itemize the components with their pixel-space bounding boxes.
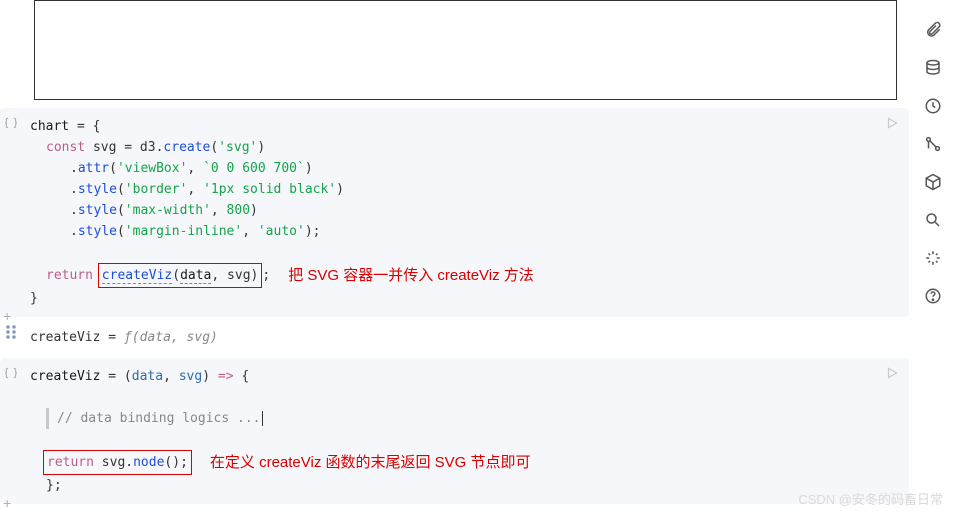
cell-gutter [0, 108, 22, 317]
drag-handle-icon[interactable] [6, 325, 16, 339]
annotation-text-2: 在定义 createViz 函数的末尾返回 SVG 节点即可 [210, 452, 531, 473]
annotation-box-1: createViz(data, svg) [98, 263, 263, 288]
code-line[interactable]: const svg = d3.create('svg') [30, 137, 897, 158]
annotation-box-2: return svg.node(); [43, 450, 192, 475]
code-line[interactable]: return svg.node(); 在定义 createViz 函数的末尾返回 … [30, 450, 897, 475]
output-preview [34, 0, 897, 100]
cell-viz-def: createViz = (data, svg) => { // data bin… [0, 358, 909, 504]
sparkle-icon[interactable] [923, 248, 943, 268]
code-line[interactable]: } [30, 288, 897, 309]
code-line[interactable]: createViz = (data, svg) => { [30, 366, 897, 387]
braces-icon [4, 366, 18, 380]
history-icon[interactable] [923, 96, 943, 116]
database-icon[interactable] [923, 58, 943, 78]
cell-gutter [0, 358, 22, 504]
run-cell-button[interactable] [883, 114, 901, 132]
code-line[interactable]: return createViz(data, svg);把 SVG 容器一并传入… [30, 263, 897, 288]
code-line [30, 242, 897, 263]
cell-viz-summary: createViz = ƒ(data, svg) [0, 317, 909, 358]
package-icon[interactable] [923, 172, 943, 192]
code-line [30, 387, 897, 408]
add-cell-button[interactable]: + [3, 310, 19, 326]
branch-icon[interactable] [923, 134, 943, 154]
code-line[interactable]: .style('margin-inline', 'auto'); [30, 221, 897, 242]
code-line[interactable]: .style('border', '1px solid black') [30, 179, 897, 200]
code-line[interactable]: // data binding logics ... [57, 408, 897, 429]
attachment-icon[interactable] [923, 20, 943, 40]
search-icon[interactable] [923, 210, 943, 230]
code-line [30, 429, 897, 450]
add-cell-button[interactable]: + [3, 497, 19, 513]
code-line[interactable]: }; [30, 475, 897, 496]
run-cell-button[interactable] [883, 364, 901, 382]
code-line[interactable]: createViz = ƒ(data, svg) [30, 327, 899, 348]
cell-chart: chart = { const svg = d3.create('svg') .… [0, 108, 909, 317]
code-line[interactable]: .attr('viewBox', `0 0 600 700`) [30, 158, 897, 179]
code-line[interactable]: .style('max-width', 800) [30, 200, 897, 221]
braces-icon [4, 116, 18, 130]
annotation-text-1: 把 SVG 容器一并传入 createViz 方法 [288, 265, 534, 286]
right-sidebar [909, 0, 957, 504]
help-icon[interactable] [923, 286, 943, 306]
code-line[interactable]: chart = { [30, 116, 897, 137]
